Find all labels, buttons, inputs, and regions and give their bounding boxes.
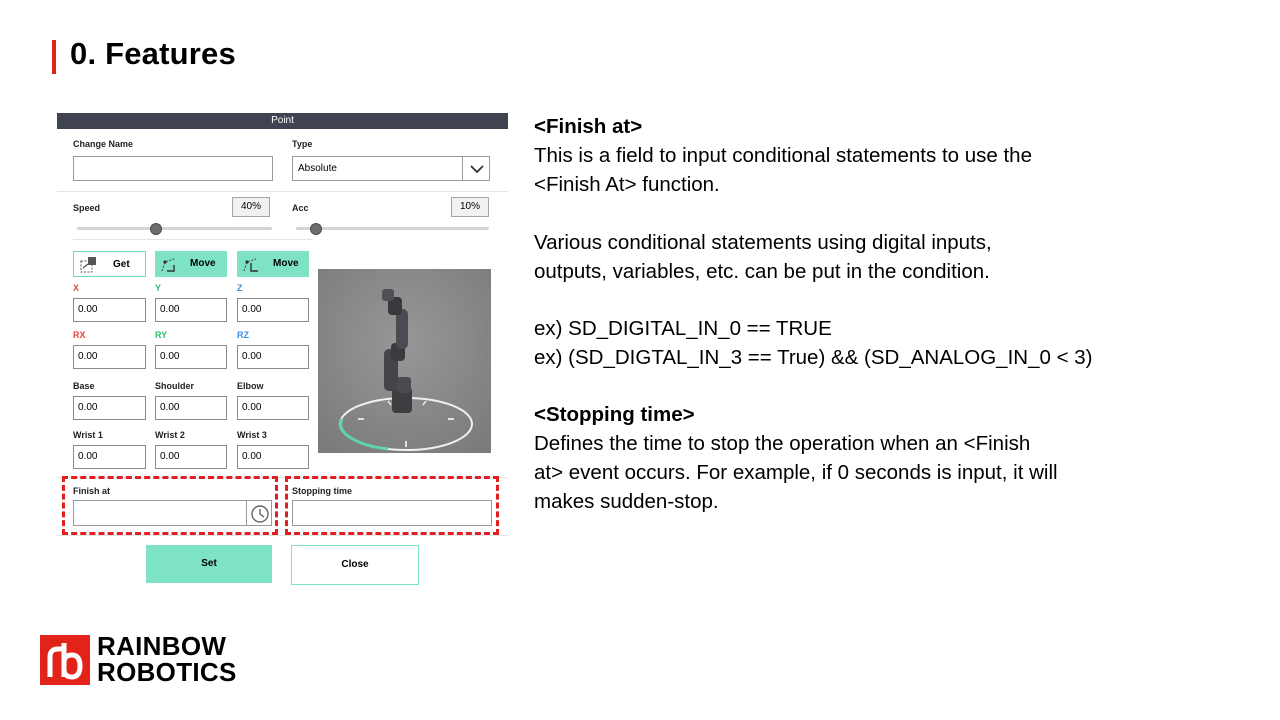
- move-button-label: Move: [190, 258, 216, 269]
- finish-at-desc-line1: This is a field to input conditional sta…: [534, 144, 1032, 167]
- x-label: X: [73, 283, 80, 293]
- slide-title: 0. Features: [70, 36, 236, 71]
- type-label: Type: [292, 139, 313, 149]
- stopping-time-input[interactable]: [292, 500, 492, 526]
- x-input[interactable]: 0.00: [73, 298, 146, 322]
- robot-3d-view[interactable]: [318, 269, 491, 453]
- get-button[interactable]: Get: [73, 251, 146, 277]
- finish-at-input[interactable]: [73, 500, 272, 526]
- stopping-time-desc-line2: at> event occurs. For example, if 0 seco…: [534, 461, 1058, 484]
- finish-at-heading: <Finish at>: [534, 115, 643, 138]
- divider: [73, 239, 313, 240]
- divider: [57, 535, 508, 536]
- stopping-time-desc-line1: Defines the time to stop the operation w…: [534, 432, 1031, 455]
- robot-arm-preview: [318, 269, 491, 453]
- rx-label: RX: [73, 330, 86, 340]
- get-position-icon: [80, 257, 96, 273]
- example-2: ex) (SD_DIGTAL_IN_3 == True) && (SD_ANAL…: [534, 346, 1093, 369]
- change-name-input[interactable]: [73, 156, 273, 181]
- title-accent-bar: [52, 40, 56, 74]
- rainbow-robotics-logo-mark: [40, 635, 90, 685]
- y-label: Y: [155, 283, 162, 293]
- elbow-input[interactable]: 0.00: [237, 396, 309, 420]
- move-joint-button[interactable]: Move: [155, 251, 227, 277]
- rz-input[interactable]: 0.00: [237, 345, 309, 369]
- speed-slider-track[interactable]: [77, 227, 272, 230]
- wrist1-input[interactable]: 0.00: [73, 445, 146, 469]
- set-button[interactable]: Set: [146, 545, 272, 583]
- acc-slider-track[interactable]: [296, 227, 489, 230]
- type-select-value: Absolute: [298, 163, 337, 174]
- stopping-time-label: Stopping time: [292, 486, 352, 496]
- wrist3-input[interactable]: 0.00: [237, 445, 309, 469]
- robot-arm-linear-icon: [243, 258, 258, 272]
- acc-slider-thumb[interactable]: [310, 223, 323, 235]
- change-name-label: Change Name: [73, 139, 134, 149]
- z-label: Z: [237, 283, 243, 293]
- move-linear-button[interactable]: Move: [237, 251, 309, 277]
- finish-at-desc-line2: <Finish At> function.: [534, 173, 720, 196]
- divider: [57, 191, 508, 192]
- acc-value[interactable]: 10%: [451, 197, 489, 217]
- chevron-down-icon[interactable]: [470, 164, 484, 174]
- conditions-line1: Various conditional statements using dig…: [534, 231, 992, 254]
- rb-logo-icon: [47, 643, 83, 680]
- company-logo-text: RAINBOW ROBOTICS: [97, 633, 237, 685]
- finish-at-divider: [246, 501, 247, 525]
- speed-slider-thumb[interactable]: [150, 223, 162, 235]
- elbow-label: Elbow: [237, 381, 264, 391]
- get-button-label: Get: [113, 259, 130, 270]
- example-1: ex) SD_DIGITAL_IN_0 == TRUE: [534, 317, 832, 340]
- y-input[interactable]: 0.00: [155, 298, 227, 322]
- ry-input[interactable]: 0.00: [155, 345, 227, 369]
- clock-icon[interactable]: [250, 504, 270, 524]
- stopping-time-heading: <Stopping time>: [534, 403, 695, 426]
- logo-line1: RAINBOW: [97, 631, 227, 661]
- ry-label: RY: [155, 330, 168, 340]
- wrist2-label: Wrist 2: [155, 430, 185, 440]
- rz-label: RZ: [237, 330, 249, 340]
- conditions-line2: outputs, variables, etc. can be put in t…: [534, 260, 990, 283]
- base-input[interactable]: 0.00: [73, 396, 146, 420]
- dialog-header: Point: [57, 113, 508, 129]
- logo-line2: ROBOTICS: [97, 657, 237, 687]
- robot-arm-joint-icon: [161, 258, 175, 272]
- finish-at-label: Finish at: [73, 486, 111, 496]
- move-button-label: Move: [273, 258, 299, 269]
- acc-label: Acc: [292, 203, 309, 213]
- wrist2-input[interactable]: 0.00: [155, 445, 227, 469]
- shoulder-input[interactable]: 0.00: [155, 396, 227, 420]
- type-select[interactable]: Absolute: [292, 156, 490, 181]
- z-input[interactable]: 0.00: [237, 298, 309, 322]
- point-dialog: Point Change Name Type Absolute Speed 40…: [57, 113, 508, 588]
- shoulder-label: Shoulder: [155, 381, 195, 391]
- type-select-divider: [462, 157, 463, 180]
- close-button[interactable]: Close: [291, 545, 419, 585]
- speed-label: Speed: [73, 203, 101, 213]
- base-label: Base: [73, 381, 95, 391]
- wrist3-label: Wrist 3: [237, 430, 267, 440]
- speed-value[interactable]: 40%: [232, 197, 270, 217]
- wrist1-label: Wrist 1: [73, 430, 103, 440]
- stopping-time-desc-line3: makes sudden-stop.: [534, 490, 719, 513]
- rx-input[interactable]: 0.00: [73, 345, 146, 369]
